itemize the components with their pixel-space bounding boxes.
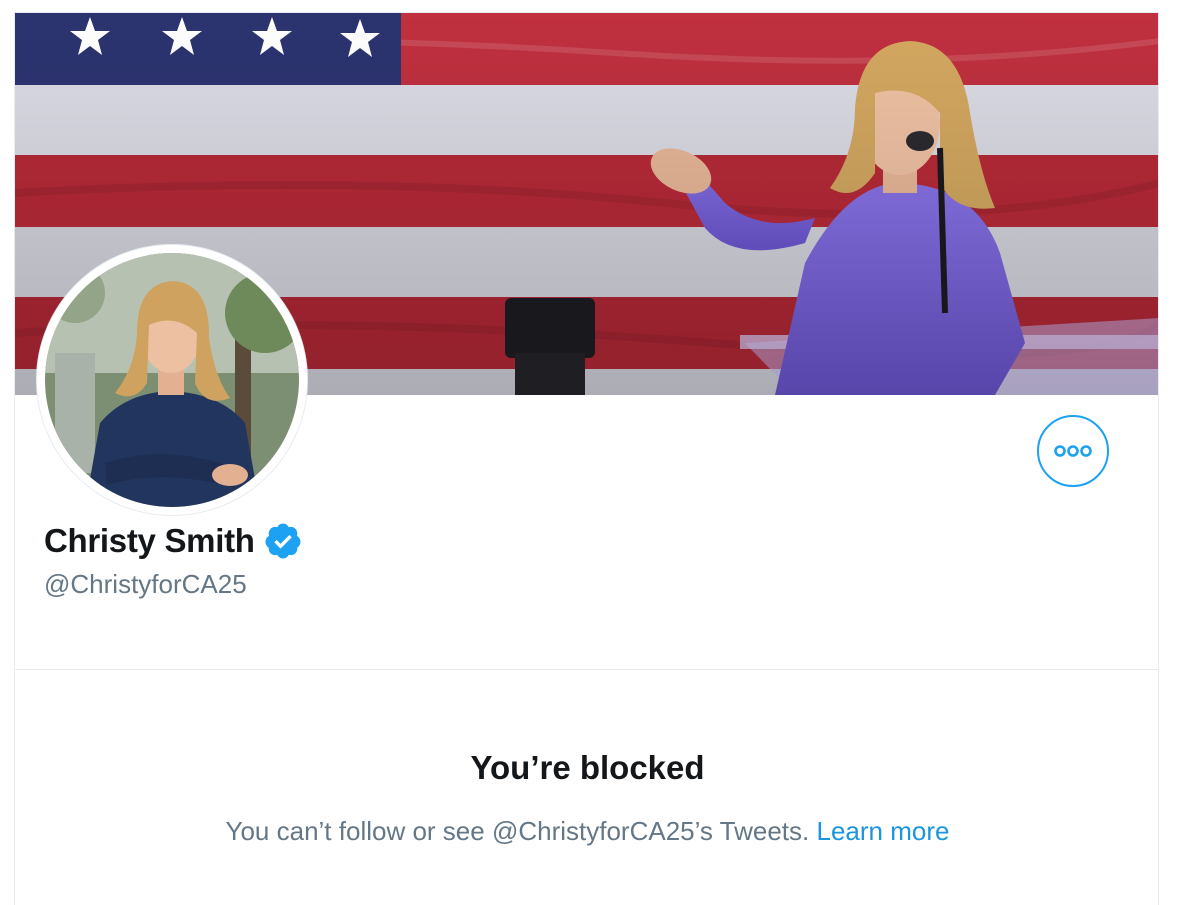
- blocked-message: You can’t follow or see @ChristyforCA25’…: [15, 816, 1158, 847]
- profile-handle: @ChristyforCA25: [44, 569, 247, 599]
- blocked-message-text: You can’t follow or see @ChristyforCA25’…: [225, 816, 810, 846]
- avatar-photo: [45, 253, 299, 507]
- verified-badge-icon: [265, 523, 301, 559]
- more-options-icon: [1054, 445, 1092, 457]
- profile-name-row: Christy Smith: [44, 521, 303, 561]
- section-divider: [15, 669, 1158, 670]
- profile-avatar[interactable]: [37, 245, 307, 515]
- learn-more-link[interactable]: Learn more: [817, 816, 950, 846]
- more-options-button[interactable]: [1037, 415, 1109, 487]
- profile-display-name: Christy Smith: [44, 522, 255, 559]
- blocked-title: You’re blocked: [470, 749, 705, 786]
- profile-page: Christy Smith @ChristyforCA25 You’re blo…: [14, 12, 1159, 905]
